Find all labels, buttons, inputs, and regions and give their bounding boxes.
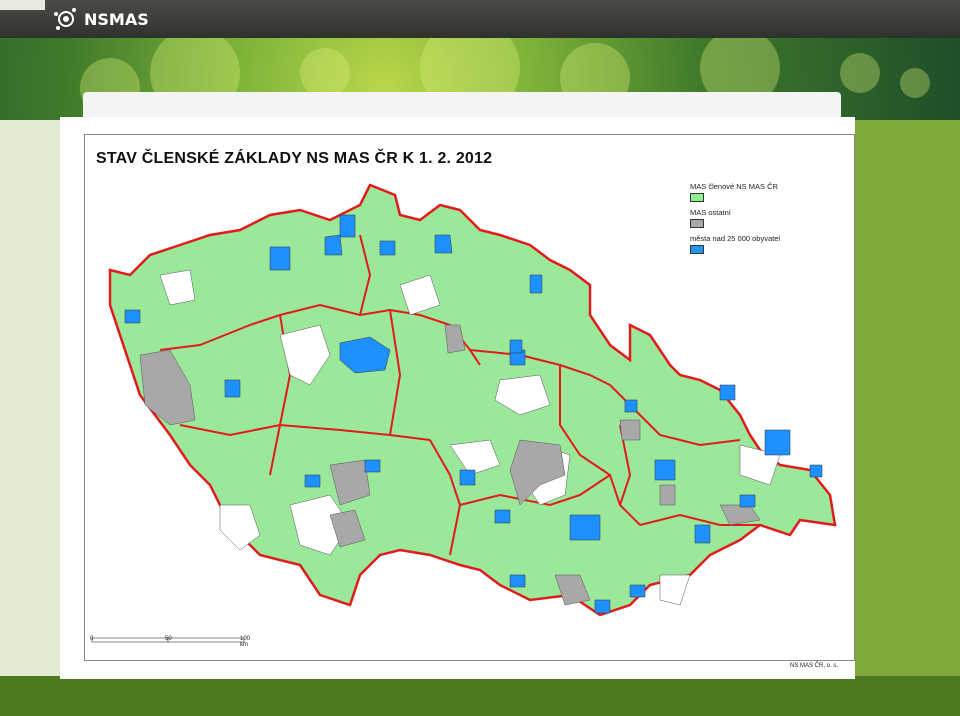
legend-label: města nad 25 000 obyvatel	[690, 234, 781, 243]
legend-swatch	[690, 193, 704, 202]
scale-label-100: 100 km	[240, 636, 251, 648]
legend-label: MAS členové NS MAS ČR	[690, 182, 778, 191]
legend-swatch	[690, 219, 704, 228]
legend-item-other: MAS ostatní	[690, 208, 780, 228]
scale-label-50: 50	[165, 636, 172, 642]
legend-label: MAS ostatní	[690, 208, 731, 217]
top-bar: NSMAS	[0, 0, 960, 38]
scale-label-0: 0	[90, 636, 94, 642]
right-sidebar	[855, 120, 960, 676]
logo-text: NSMAS	[84, 9, 149, 29]
legend-swatch	[690, 245, 704, 254]
logo-icon	[54, 8, 76, 30]
bottom-bar	[0, 676, 960, 716]
map-title: STAV ČLENSKÉ ZÁKLADY NS MAS ČR K 1. 2. 2…	[96, 150, 493, 167]
map-credit: NS MAS ČR, o. s.	[790, 663, 839, 669]
legend-item-members: MAS členové NS MAS ČR	[690, 182, 780, 202]
map-legend: MAS členové NS MAS ČR MAS ostatní města …	[690, 182, 780, 260]
top-stripe	[0, 0, 45, 10]
scale-bar: 0 50 100 km	[90, 636, 250, 656]
logo[interactable]: NSMAS	[52, 6, 149, 32]
legend-item-cities: města nad 25 000 obyvatel	[690, 234, 780, 254]
left-sidebar	[0, 120, 60, 676]
